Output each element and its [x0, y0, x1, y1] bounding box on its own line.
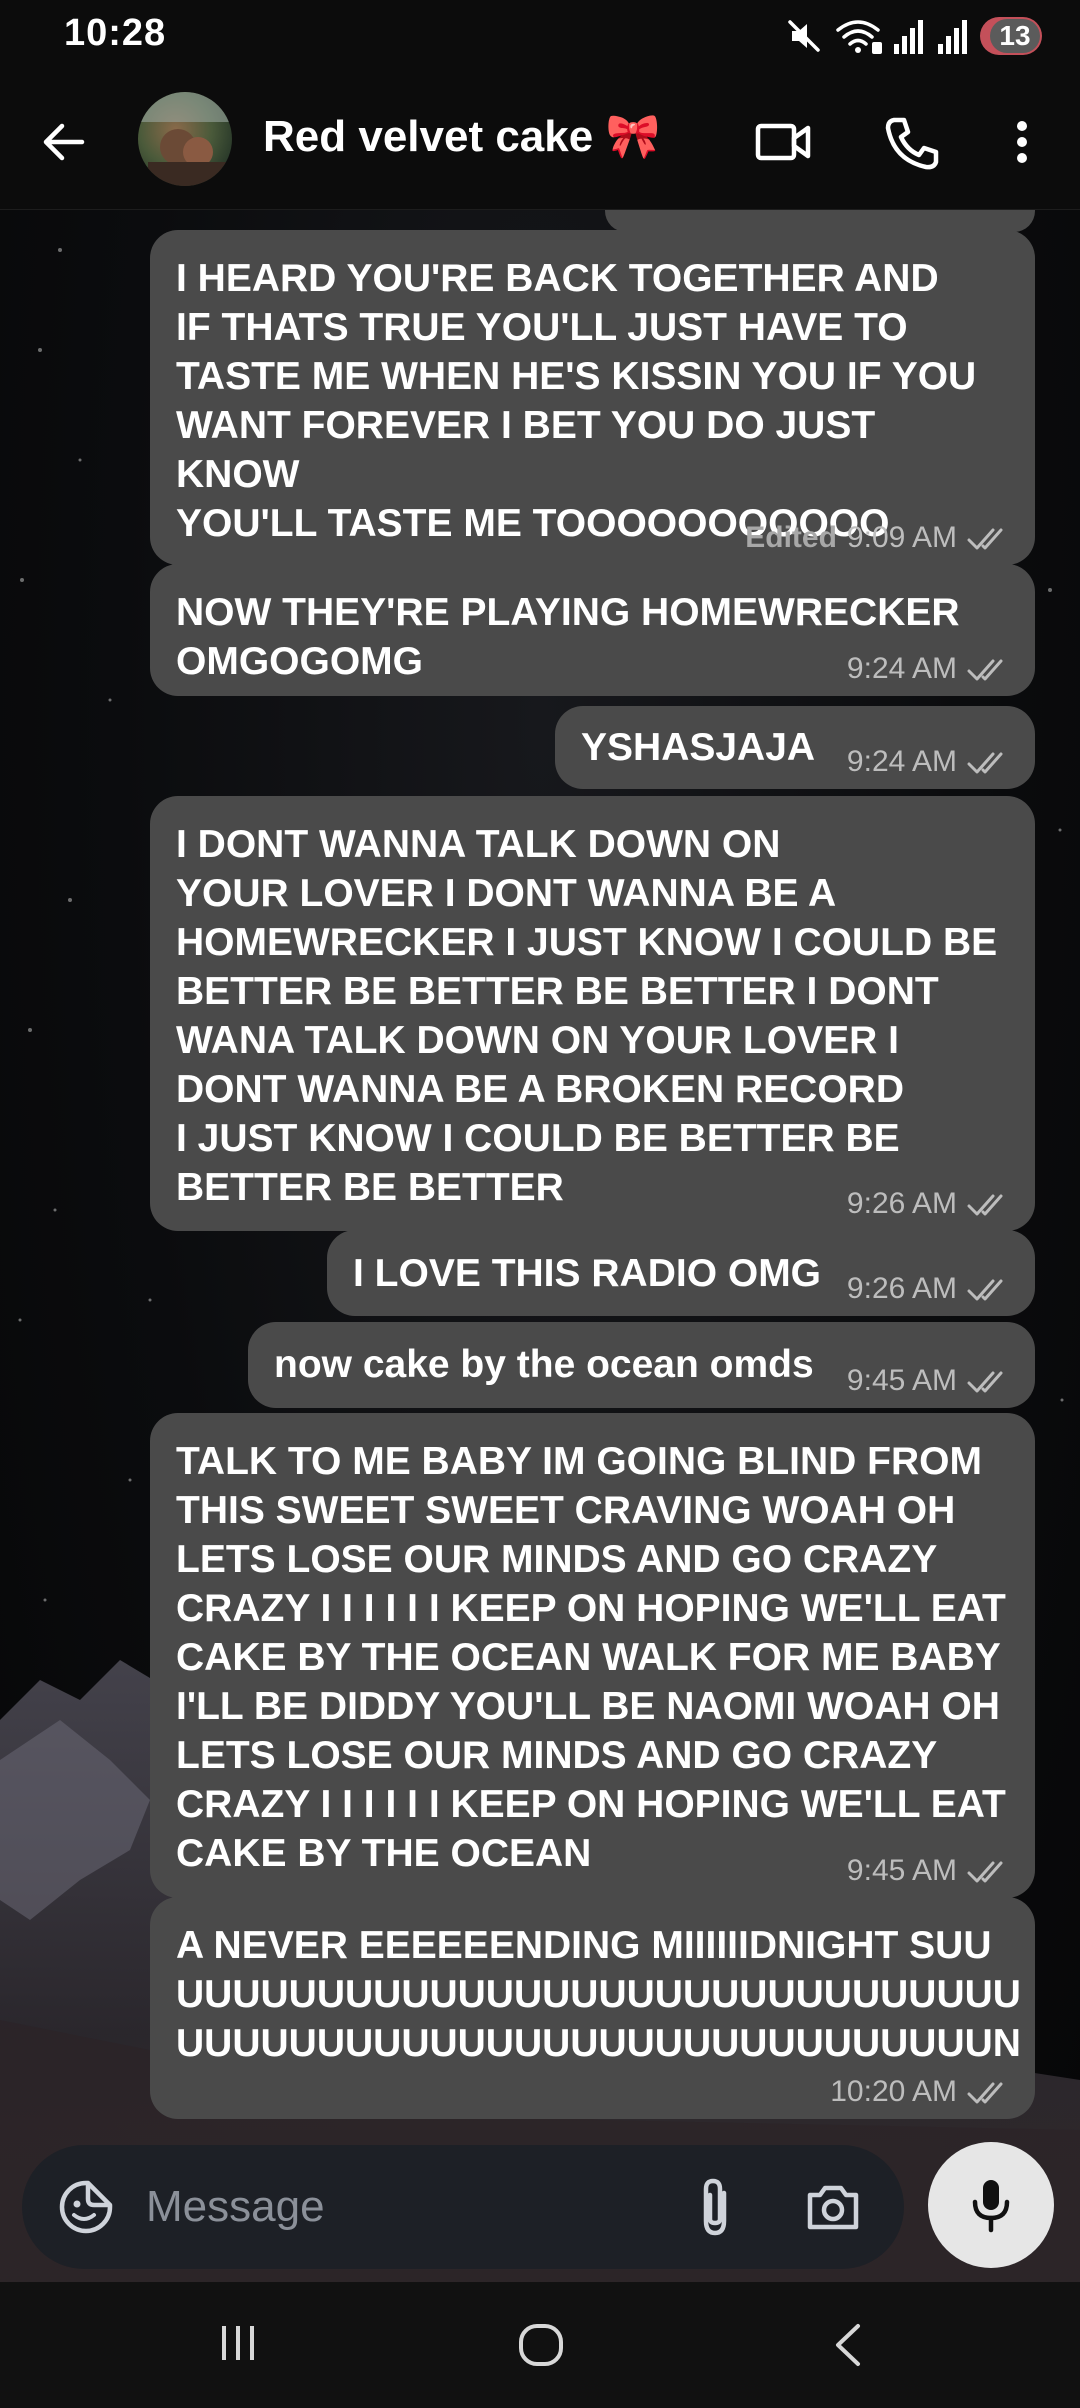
message-meta: 9:24 AM [847, 745, 1011, 779]
read-ticks-icon [967, 528, 1003, 550]
status-time: 10:28 [64, 12, 167, 54]
nav-back-button[interactable] [824, 2318, 874, 2377]
message-list[interactable]: I HEARD YOU'RE BACK TOGETHER AND IF THAT… [0, 210, 1080, 2145]
read-ticks-icon [967, 659, 1003, 681]
home-icon [519, 2324, 563, 2366]
message-bubble[interactable]: NOW THEY'RE PLAYING HOMEWRECKER OMGOGOMG… [150, 564, 1035, 696]
message-composer [22, 2145, 904, 2269]
system-nav-bar [0, 2282, 1080, 2408]
message-text: TALK TO ME BABY IM GOING BLIND FROM THIS… [176, 1440, 1006, 1875]
mute-icon [788, 20, 820, 52]
message-bubble[interactable]: I HEARD YOU'RE BACK TOGETHER AND IF THAT… [150, 230, 1035, 565]
read-ticks-icon [967, 2082, 1003, 2104]
voice-message-button[interactable] [928, 2142, 1054, 2268]
voice-call-button[interactable] [880, 112, 944, 172]
message-meta: 9:45 AM [847, 1364, 1011, 1398]
message-meta: 9:45 AM [847, 1854, 1011, 1888]
message-meta: Edited 9:09 AM [745, 521, 1011, 555]
camera-button[interactable] [802, 2177, 864, 2237]
message-text: A NEVER EEEEEENDING MIIIIIIDNIGHT SUU UU… [176, 1924, 1021, 2065]
home-button[interactable] [514, 2318, 568, 2377]
recent-apps-button[interactable] [214, 2318, 264, 2373]
message-bubble[interactable]: I DONT WANNA TALK DOWN ON YOUR LOVER I D… [150, 796, 1035, 1231]
message-text: I DONT WANNA TALK DOWN ON YOUR LOVER I D… [176, 823, 998, 1209]
read-ticks-icon [967, 1279, 1003, 1301]
phone-icon [885, 117, 939, 170]
message-meta: 9:24 AM [847, 652, 1011, 686]
attach-icon [703, 2178, 727, 2236]
signal-icon [894, 20, 923, 54]
message-time: 9:24 AM [846, 652, 957, 685]
microphone-icon [972, 2180, 1010, 2233]
message-input[interactable] [146, 2175, 666, 2239]
message-time: 9:45 AM [846, 1364, 957, 1397]
sticker-icon [59, 2180, 113, 2234]
message-time: 9:26 AM [846, 1272, 957, 1305]
attach-button[interactable] [690, 2173, 740, 2241]
message-time: 9:09 AM [846, 521, 957, 554]
back-icon [836, 2324, 860, 2366]
message-bubble[interactable]: A NEVER EEEEEENDING MIIIIIIDNIGHT SUU UU… [150, 1897, 1035, 2119]
read-ticks-icon [967, 1861, 1003, 1883]
back-arrow-icon [43, 123, 85, 161]
notification-badge: 13 [980, 17, 1042, 55]
sticker-button[interactable] [56, 2177, 116, 2237]
status-bar: 10:28 13 [0, 0, 1080, 72]
message-time: 9:45 AM [846, 1854, 957, 1887]
read-ticks-icon [967, 1371, 1003, 1393]
message-time: 10:20 AM [830, 2075, 957, 2108]
camera-icon [807, 2185, 859, 2230]
contact-avatar[interactable] [138, 92, 232, 186]
message-meta: 9:26 AM [847, 1187, 1011, 1221]
message-time: 9:24 AM [846, 745, 957, 778]
status-icons: 13 [784, 14, 1042, 58]
wifi-calling-icon [836, 20, 882, 54]
contact-name[interactable]: Red velvet cake 🎀 [263, 110, 660, 162]
more-vert-icon [1017, 121, 1027, 163]
read-ticks-icon [967, 1194, 1003, 1216]
back-button[interactable] [36, 114, 92, 170]
edited-label: Edited [745, 521, 837, 554]
notification-count: 13 [990, 19, 1040, 53]
message-bubble[interactable]: now cake by the ocean omds 9:45 AM [248, 1322, 1035, 1408]
message-meta: 9:26 AM [847, 1272, 1011, 1306]
read-ticks-icon [967, 752, 1003, 774]
message-bubble[interactable]: TALK TO ME BABY IM GOING BLIND FROM THIS… [150, 1413, 1035, 1898]
video-call-button[interactable] [752, 112, 816, 172]
avatar-image [138, 92, 232, 186]
recent-apps-icon [222, 2326, 254, 2360]
video-call-icon [755, 123, 811, 161]
chat-header: Red velvet cake 🎀 [0, 72, 1080, 210]
message-time: 9:26 AM [846, 1187, 957, 1220]
message-bubble-partial[interactable] [605, 210, 1035, 232]
more-options-button[interactable] [1000, 112, 1044, 172]
message-text: I HEARD YOU'RE BACK TOGETHER AND IF THAT… [176, 257, 977, 545]
message-meta: 10:20 AM [830, 2075, 1011, 2109]
message-bubble[interactable]: I LOVE THIS RADIO OMG 9:26 AM [327, 1230, 1035, 1316]
message-bubble[interactable]: YSHASJAJA 9:24 AM [555, 706, 1035, 789]
signal-icon [938, 20, 967, 54]
